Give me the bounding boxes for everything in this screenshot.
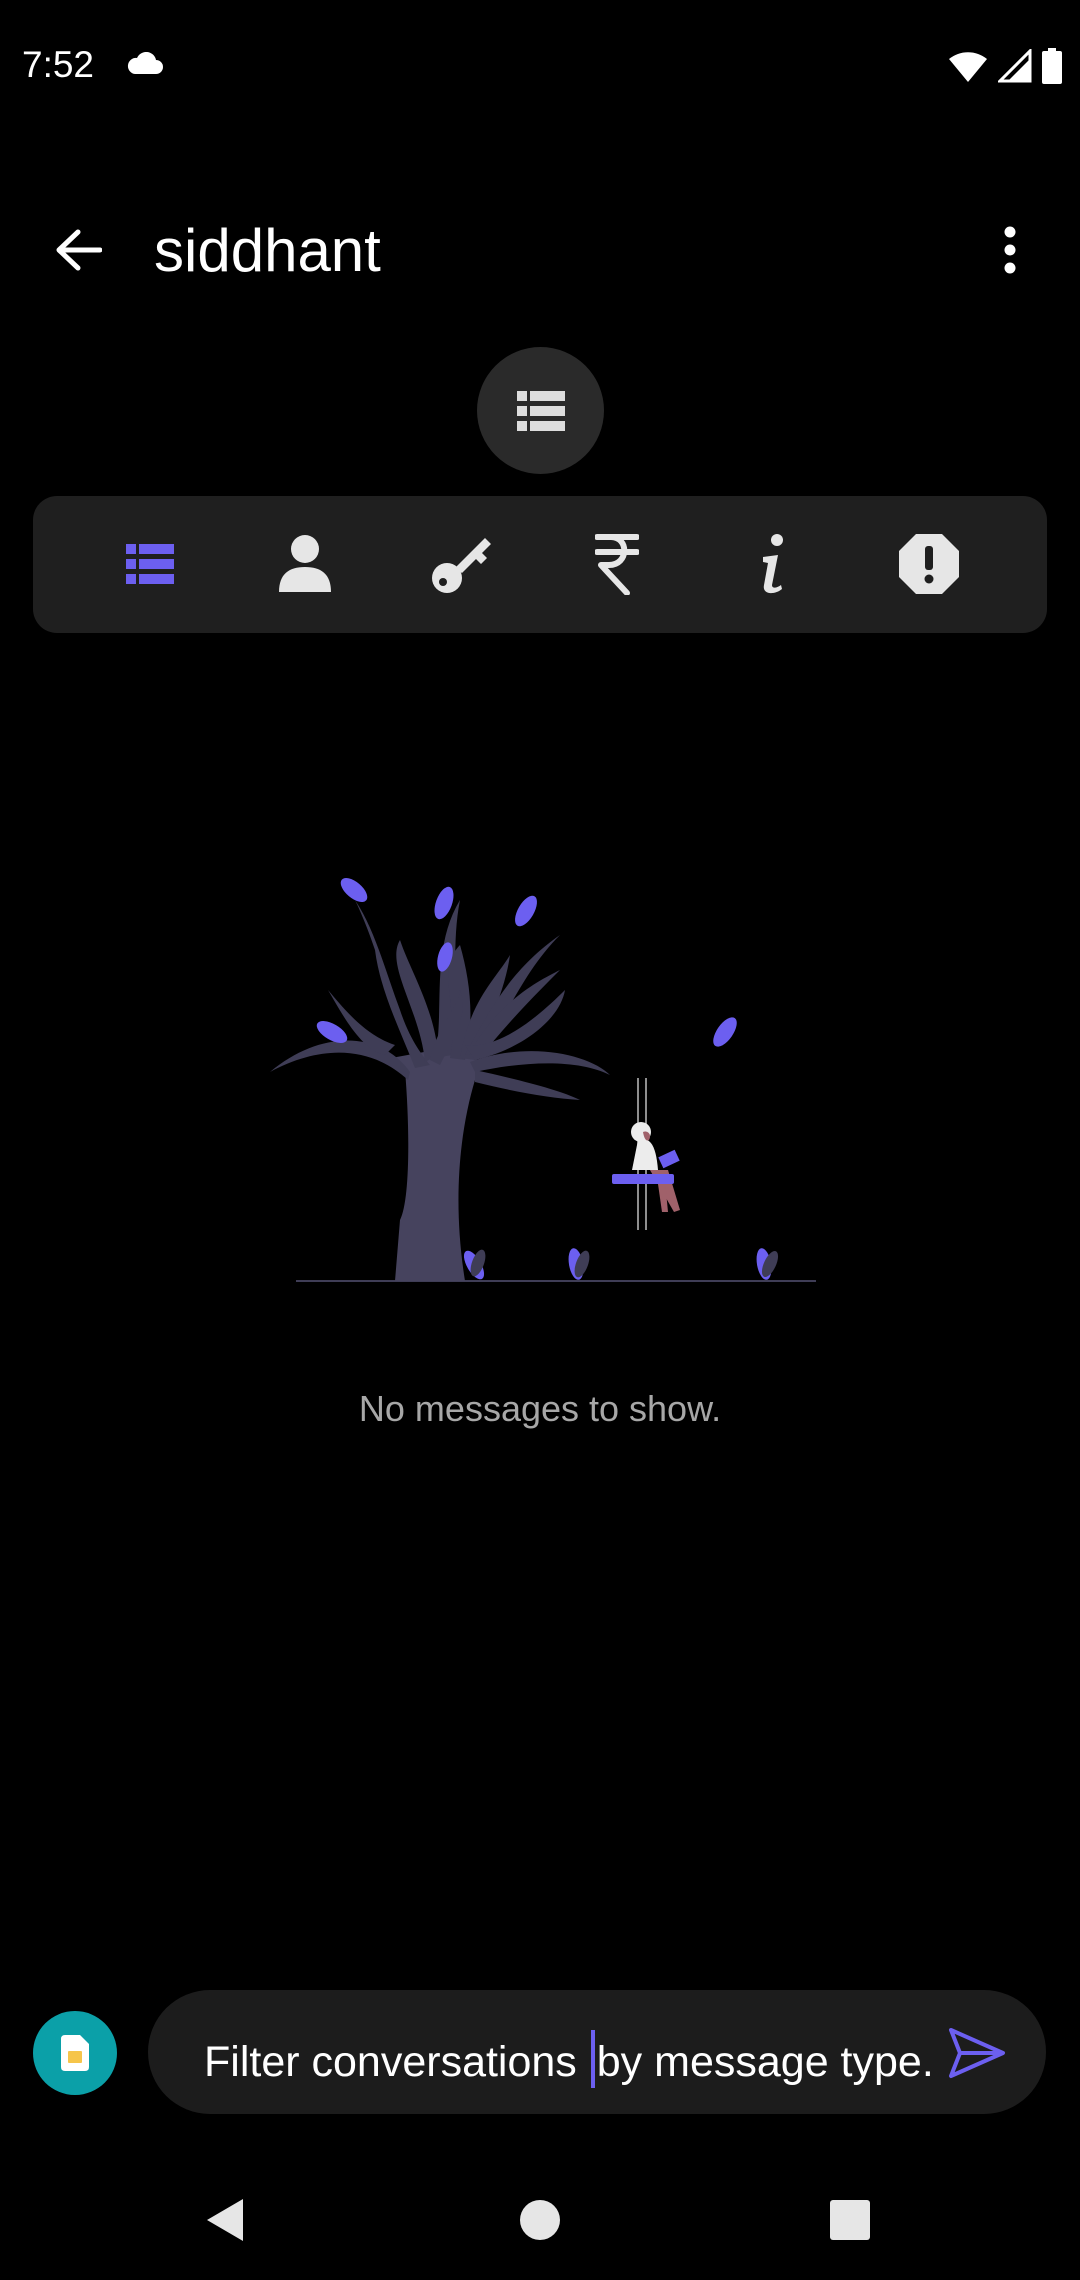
compose-input-text: Filter conversations by message type. — [204, 2030, 934, 2088]
compose-text-after-cursor: by message type. — [596, 2038, 934, 2086]
tree-swing-illustration — [270, 878, 816, 1282]
arrow-back-icon — [56, 229, 102, 271]
wifi-icon — [948, 49, 988, 88]
nav-recents-button[interactable] — [815, 2185, 885, 2255]
compose-input[interactable]: Filter conversations by message type. — [148, 1990, 1046, 2114]
nav-back-button[interactable] — [190, 2185, 260, 2255]
text-cursor — [590, 2030, 595, 2088]
empty-state-illustration — [260, 840, 820, 1290]
sim-select-button[interactable] — [33, 2011, 117, 2095]
cell-signal-icon — [996, 47, 1032, 88]
system-navigation-bar — [0, 2150, 1080, 2280]
status-time: 7:52 — [22, 44, 95, 85]
sim-card-icon — [61, 2035, 89, 2071]
view-toggle-button[interactable] — [477, 347, 604, 474]
alert-icon — [899, 534, 959, 594]
key-icon — [432, 538, 491, 593]
list-icon — [516, 390, 565, 431]
more-vert-icon — [1004, 226, 1016, 274]
app-bar: siddhant — [0, 190, 1080, 310]
filter-all-button[interactable] — [100, 514, 200, 614]
cloud-icon — [126, 51, 164, 81]
filter-info-button[interactable] — [723, 514, 823, 614]
send-button[interactable] — [942, 2018, 1012, 2088]
battery-icon — [1042, 48, 1062, 89]
page-title: siddhant — [154, 217, 381, 284]
message-type-filter-bar — [33, 496, 1047, 633]
filter-personal-button[interactable] — [255, 514, 355, 614]
back-button[interactable] — [40, 220, 116, 280]
status-bar: 7:52 — [0, 0, 1080, 130]
compose-text-before-cursor: Filter conversations — [204, 2038, 589, 2086]
recents-square-icon — [830, 2200, 870, 2240]
status-icons — [948, 47, 1062, 89]
info-icon — [763, 534, 783, 594]
back-triangle-icon — [207, 2199, 243, 2241]
nav-home-button[interactable] — [505, 2185, 575, 2255]
more-options-button[interactable] — [980, 220, 1040, 280]
filter-transactions-button[interactable] — [567, 514, 667, 614]
list-icon — [126, 544, 174, 584]
person-icon — [279, 535, 331, 592]
home-circle-icon — [520, 2200, 560, 2240]
filter-spam-button[interactable] — [879, 514, 979, 614]
empty-state-message: No messages to show. — [358, 1388, 722, 1429]
filter-otp-button[interactable] — [411, 514, 511, 614]
send-icon — [949, 2028, 1005, 2078]
rupee-icon — [595, 534, 639, 595]
